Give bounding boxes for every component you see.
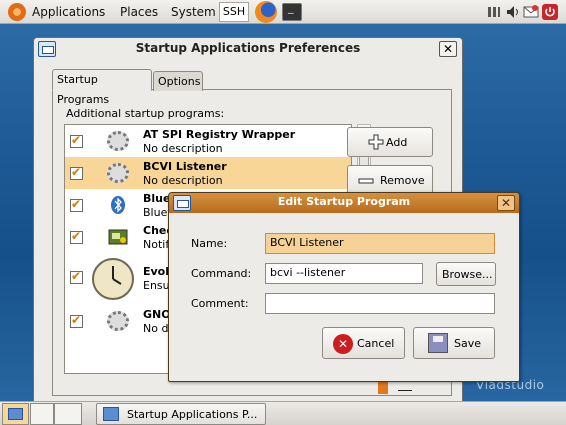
enabled-checkbox[interactable] bbox=[70, 269, 83, 284]
program-name: BCVI Listener bbox=[143, 160, 227, 173]
program-description: No description bbox=[143, 142, 223, 155]
clock-icon bbox=[92, 258, 134, 300]
gears-icon bbox=[107, 163, 129, 183]
name-field[interactable]: BCVI Listener bbox=[265, 233, 495, 254]
program-name: AT SPI Registry Wrapper bbox=[143, 128, 296, 141]
show-desktop-button[interactable] bbox=[2, 403, 29, 425]
section-label: Additional startup programs: bbox=[66, 107, 225, 120]
dialog-titlebar: Edit Startup Program bbox=[169, 193, 519, 213]
dialog-menu-icon[interactable] bbox=[173, 195, 191, 211]
minus-icon bbox=[358, 178, 374, 184]
cancel-button-label: Cancel bbox=[357, 337, 395, 350]
workspace-2[interactable] bbox=[54, 403, 82, 425]
taskbar-task-label: Startup Applications P... bbox=[127, 408, 258, 421]
system-menu[interactable]: System bbox=[171, 0, 216, 24]
list-item[interactable]: AT SPI Registry Wrapper No description bbox=[65, 125, 351, 157]
program-description: No description bbox=[143, 174, 223, 187]
window-close-button[interactable]: ✕ bbox=[439, 41, 457, 57]
ubuntu-logo-icon[interactable] bbox=[8, 3, 26, 21]
dialog-close-button[interactable]: ✕ bbox=[497, 195, 515, 211]
enabled-checkbox[interactable] bbox=[70, 197, 83, 212]
enabled-checkbox[interactable] bbox=[70, 229, 83, 244]
enabled-checkbox[interactable] bbox=[70, 165, 83, 180]
desktop-icon bbox=[8, 408, 23, 420]
comment-field[interactable] bbox=[265, 293, 495, 314]
program-name: Blue bbox=[143, 192, 171, 205]
name-label: Name: bbox=[191, 237, 228, 250]
top-panel: Applications Places System SSH bbox=[0, 0, 566, 24]
network-icon[interactable] bbox=[486, 4, 502, 20]
command-field[interactable]: bcvi --listener bbox=[265, 263, 423, 284]
program-description: Notif bbox=[143, 238, 170, 251]
plus-icon bbox=[368, 134, 384, 150]
cancel-button[interactable]: ✕ Cancel bbox=[322, 327, 405, 359]
dialog-title: Edit Startup Program bbox=[277, 195, 411, 208]
enabled-checkbox[interactable] bbox=[70, 133, 83, 148]
gears-icon bbox=[107, 131, 129, 151]
applications-menu[interactable]: Applications bbox=[32, 0, 105, 24]
browse-button[interactable]: Browse... bbox=[436, 262, 496, 286]
shutdown-icon[interactable] bbox=[542, 4, 558, 20]
program-name: GNO bbox=[143, 308, 171, 321]
firefox-icon[interactable] bbox=[255, 1, 277, 23]
window-menu-icon[interactable] bbox=[38, 41, 56, 57]
volume-icon[interactable] bbox=[505, 4, 521, 20]
tab-startup-programs[interactable]: Startup Programs bbox=[52, 69, 152, 106]
remove-button-label: Remove bbox=[380, 174, 425, 187]
save-button[interactable]: Save bbox=[413, 327, 495, 359]
edit-startup-program-dialog: Edit Startup Program ✕ Name: BCVI Listen… bbox=[168, 192, 520, 382]
workspace-1[interactable] bbox=[30, 403, 54, 425]
save-button-label: Save bbox=[454, 337, 482, 350]
enabled-checkbox[interactable] bbox=[70, 313, 83, 328]
add-button-label: Add bbox=[386, 136, 408, 149]
update-notifier-icon bbox=[108, 229, 128, 245]
ssh-launcher-button[interactable]: SSH bbox=[219, 2, 249, 22]
browse-button-label: Browse... bbox=[442, 268, 493, 281]
gears-icon bbox=[107, 311, 129, 331]
button-underline bbox=[398, 390, 412, 391]
bluetooth-icon bbox=[111, 196, 125, 214]
save-disk-icon bbox=[428, 333, 448, 353]
taskbar-startup-applications[interactable]: Startup Applications P... bbox=[96, 403, 266, 425]
terminal-icon[interactable] bbox=[282, 1, 302, 21]
remove-button[interactable]: Remove bbox=[347, 165, 433, 195]
window-icon bbox=[103, 407, 119, 421]
window-title: Startup Applications Preferences bbox=[135, 41, 361, 55]
command-label: Command: bbox=[191, 267, 252, 280]
places-menu[interactable]: Places bbox=[120, 0, 158, 24]
comment-label: Comment: bbox=[191, 297, 249, 310]
tab-options[interactable]: Options bbox=[153, 71, 203, 91]
program-description: Ensu bbox=[143, 279, 170, 292]
cancel-icon: ✕ bbox=[333, 334, 353, 354]
add-button[interactable]: Add bbox=[347, 127, 433, 157]
list-item-selected[interactable]: BCVI Listener No description bbox=[65, 157, 351, 189]
mail-icon[interactable] bbox=[523, 4, 539, 20]
bottom-panel: Startup Applications P... bbox=[0, 401, 566, 425]
